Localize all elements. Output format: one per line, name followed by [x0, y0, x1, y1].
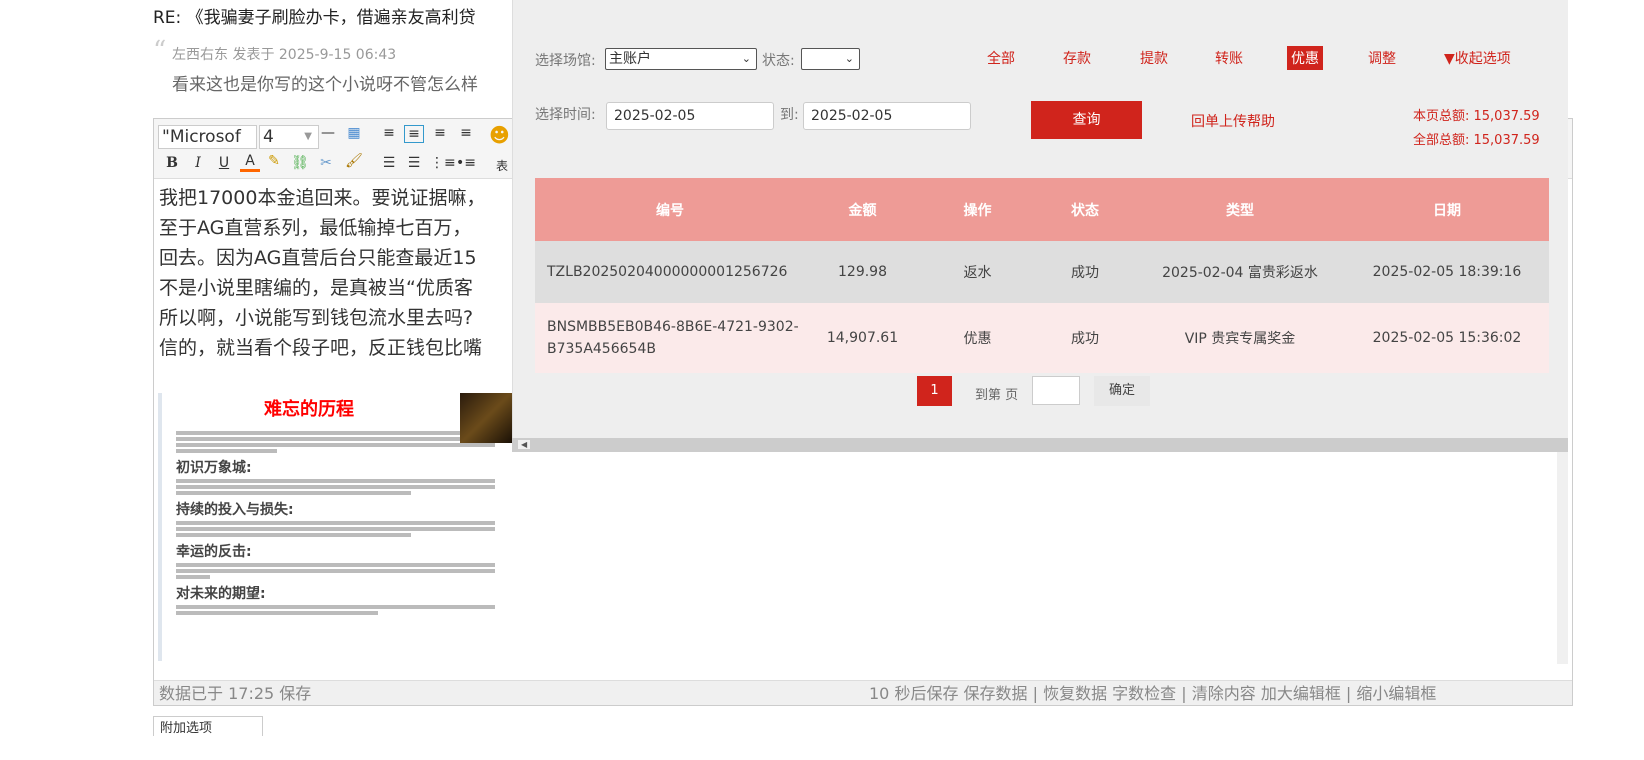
size-select[interactable]: 4 ▼: [259, 125, 319, 149]
transaction-table: 编号 金额 操作 状态 类型 日期 TZLB202502040000000012…: [535, 178, 1549, 373]
quote-meta: 左西右东 发表于 2025-9-15 06:43: [172, 47, 397, 63]
col-amount: 金额: [805, 178, 920, 241]
highlight-icon[interactable]: ✎: [264, 153, 284, 169]
cell-date: 2025-02-05 18:39:16: [1345, 241, 1549, 303]
font-select[interactable]: "Microsof: [158, 125, 257, 149]
image-heading: 幸运的反击:: [176, 544, 252, 560]
cell-type: 2025-02-04 富贵彩返水: [1135, 241, 1345, 303]
editor-statusbar: 数据已于 17:25 保存 10 秒后保存 保存数据 | 恢复数据 字数检查 |…: [154, 680, 1572, 705]
float-left-icon[interactable]: ☰: [379, 155, 399, 171]
content-line: 不是小说里瞎编的，是真被当“优质客: [159, 277, 473, 299]
align-justify-icon[interactable]: ≡: [379, 125, 399, 141]
editor-actions[interactable]: 10 秒后保存 保存数据 | 恢复数据 字数检查 | 清除内容 加大编辑框 | …: [869, 681, 1436, 705]
to-label: 到:: [780, 107, 799, 123]
image-heading: 初识万象城:: [176, 460, 252, 476]
col-id: 编号: [535, 178, 805, 241]
all-total: 全部总额: 15,037.59: [1413, 133, 1540, 148]
editor-content[interactable]: —— ——— —— 我把17000本金追回来。要说证据嘛， 至于AG直营系列，最…: [154, 179, 510, 363]
horizontal-scrollbar[interactable]: ◀: [512, 438, 1568, 452]
cell-date: 2025-02-05 15:36:02: [1345, 303, 1549, 373]
filter-promotion[interactable]: 优惠: [1287, 46, 1323, 70]
image-heading: 持续的投入与损失:: [176, 502, 294, 518]
content-line: 至于AG直营系列，最低输掉七百万，: [159, 217, 472, 239]
vertical-scrollbar[interactable]: [1557, 452, 1568, 664]
cell-status: 成功: [1035, 241, 1135, 303]
col-date: 日期: [1345, 178, 1549, 241]
chevron-down-icon: ⌄: [741, 52, 751, 65]
align-left-icon[interactable]: ≡: [404, 125, 424, 143]
quote-icon: “: [153, 36, 167, 66]
filter-withdraw[interactable]: 提款: [1136, 46, 1172, 70]
table-icon[interactable]: ▦: [344, 125, 364, 141]
content-line: 信的，就当看个段子吧，反正钱包比嘴: [159, 337, 483, 359]
confirm-button[interactable]: 确定: [1094, 376, 1150, 406]
cell-action: 返水: [920, 241, 1035, 303]
status-select[interactable]: ⌄: [801, 48, 860, 70]
size-value: 4: [263, 127, 274, 147]
goto-label: 到第 页: [975, 388, 1019, 403]
content-line: 我把17000本金追回来。要说证据嘛，: [159, 187, 486, 209]
status-label: 状态:: [762, 53, 795, 69]
cell-id: BNSMBB5EB0B46-8B6E-4721-9302-B735A456654…: [535, 303, 805, 373]
cell-id: TZLB20250204000000001256726: [535, 241, 805, 303]
collapse-options[interactable]: ▼收起选项: [1440, 46, 1515, 70]
content-line: 所以啊，小说能写到钱包流水里去吗?: [159, 307, 474, 329]
italic-icon[interactable]: I: [188, 155, 208, 171]
save-status: 数据已于 17:25 保存: [159, 684, 312, 703]
embedded-image: 难忘的历程 初识万象城: 持续的投入与损失: 幸运的反击: 对未来的期望:: [158, 393, 512, 661]
font-color-icon[interactable]: A: [240, 153, 260, 172]
filter-transfer[interactable]: 转账: [1211, 46, 1247, 70]
goto-page-input[interactable]: [1032, 376, 1080, 405]
unordered-list-icon[interactable]: •≡: [456, 155, 476, 171]
date-from-input[interactable]: 2025-02-05: [606, 102, 774, 130]
ordered-list-icon[interactable]: ⋮≡: [430, 155, 456, 171]
emoji-label: 表: [495, 159, 508, 173]
page-1-button[interactable]: 1: [917, 376, 952, 406]
filter-adjust[interactable]: 调整: [1364, 46, 1400, 70]
underline-icon[interactable]: U: [214, 155, 234, 171]
filter-all[interactable]: 全部: [983, 46, 1019, 70]
post-title: RE: 《我骗妻子刷脸办卡，借遍亲友高利贷: [153, 8, 476, 28]
transaction-popup: 选择场馆: 主账户 ⌄ 状态: ⌄ 全部 存款 提款 转账 优惠 调整 ▼收起选项…: [512, 0, 1568, 438]
image-thumbnail: [460, 393, 512, 443]
col-action: 操作: [920, 178, 1035, 241]
table-row: TZLB20250204000000001256726 129.98 返水 成功…: [535, 241, 1549, 303]
content-line: 回去。因为AG直营后台只能查最近15: [159, 247, 477, 269]
cell-type: VIP 贵宾专属奖金: [1135, 303, 1345, 373]
table-row: BNSMBB5EB0B46-8B6E-4721-9302-B735A456654…: [535, 303, 1549, 373]
date-to-input[interactable]: 2025-02-05: [803, 102, 971, 130]
cell-amount: 129.98: [805, 241, 920, 303]
table-header: 编号 金额 操作 状态 类型 日期: [535, 178, 1549, 241]
chevron-down-icon: ▼: [304, 131, 312, 142]
col-status: 状态: [1035, 178, 1135, 241]
venue-value: 主账户: [609, 51, 651, 67]
cell-action: 优惠: [920, 303, 1035, 373]
filter-deposit[interactable]: 存款: [1059, 46, 1095, 70]
col-type: 类型: [1135, 178, 1345, 241]
emoji-icon[interactable]: ☻: [489, 123, 510, 147]
extra-options-button[interactable]: 附加选项: [153, 716, 263, 736]
page-total: 本页总额: 15,037.59: [1413, 109, 1540, 124]
clear-format-icon[interactable]: 🖌: [344, 153, 364, 169]
cell-status: 成功: [1035, 303, 1135, 373]
quote-text: 看来这也是你写的这个小说呀不管怎么样: [172, 75, 478, 95]
hr-icon[interactable]: —: [318, 125, 338, 141]
scroll-left-icon[interactable]: ◀: [518, 440, 531, 449]
align-center-icon[interactable]: ≡: [430, 125, 450, 141]
link-icon[interactable]: ⛓: [290, 155, 310, 171]
unlink-icon[interactable]: ✂: [316, 155, 336, 171]
venue-select[interactable]: 主账户 ⌄: [605, 48, 757, 70]
query-button[interactable]: 查询: [1031, 101, 1142, 139]
align-right-icon[interactable]: ≡: [456, 125, 476, 141]
upload-help-link[interactable]: 回单上传帮助: [1191, 111, 1275, 131]
venue-label: 选择场馆:: [535, 53, 596, 69]
chevron-down-icon: ⌄: [844, 52, 854, 65]
image-heading: 对未来的期望:: [176, 586, 266, 602]
float-right-icon[interactable]: ☰: [404, 155, 424, 171]
cell-amount: 14,907.61: [805, 303, 920, 373]
time-label: 选择时间:: [535, 107, 596, 123]
bold-icon[interactable]: B: [162, 155, 182, 171]
